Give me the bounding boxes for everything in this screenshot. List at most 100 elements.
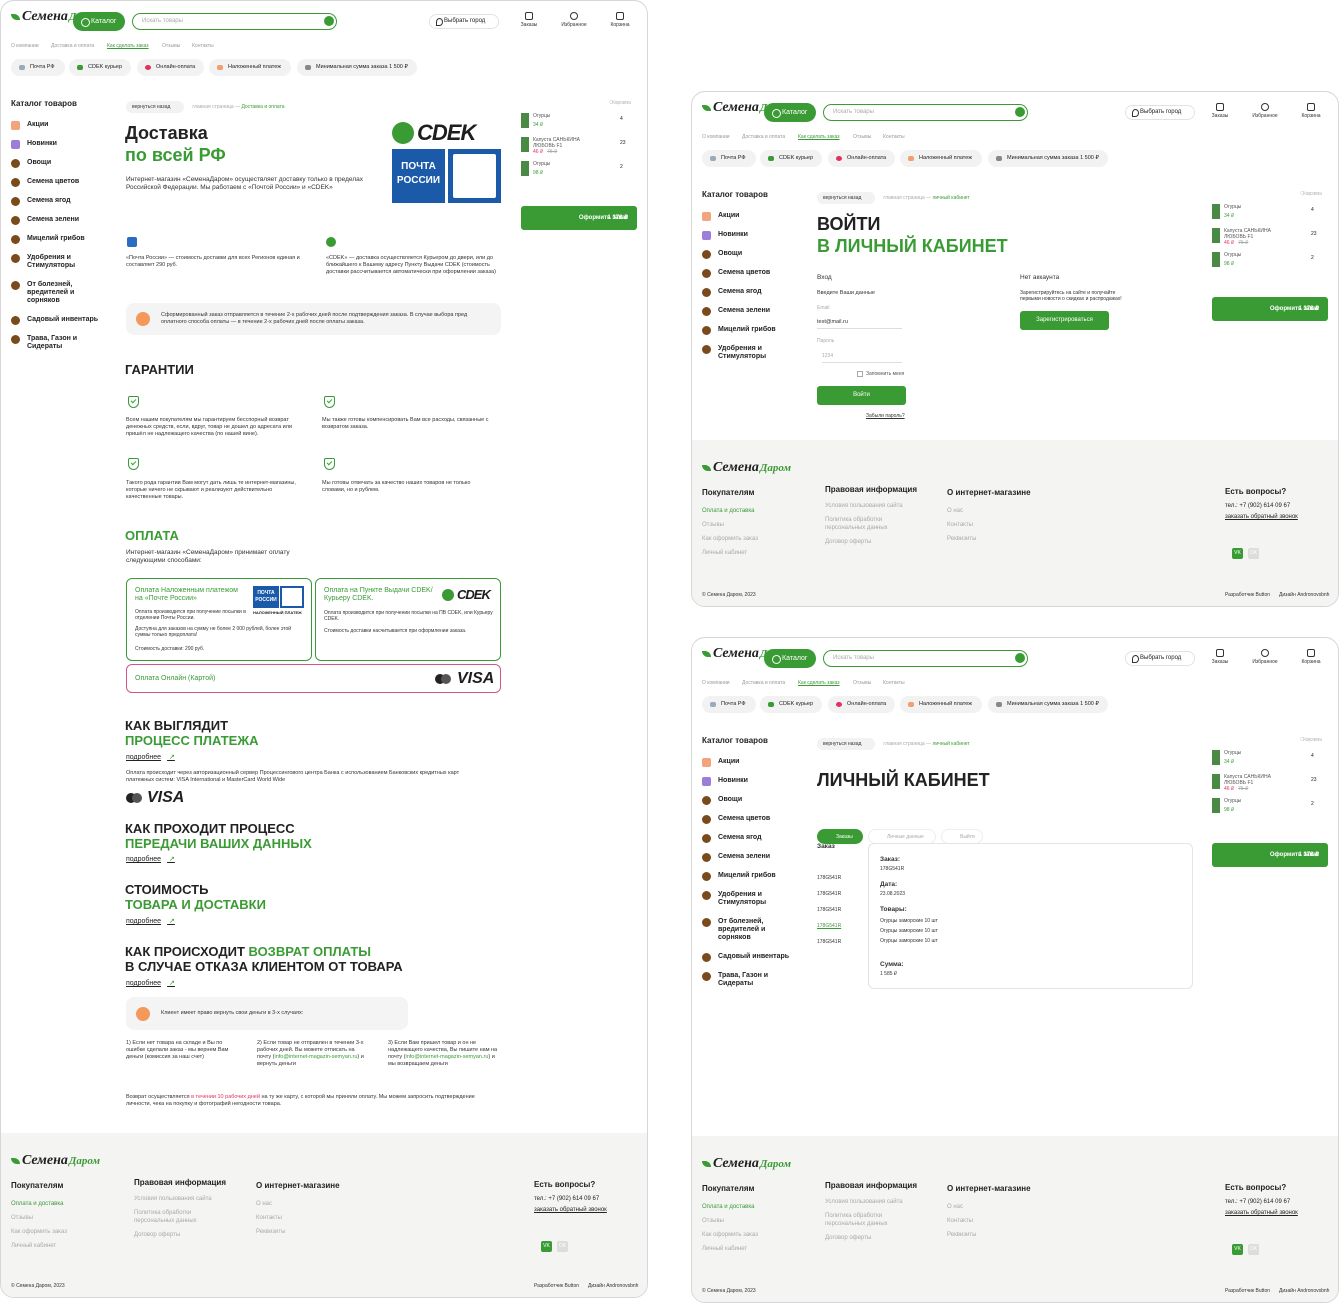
nav-delivery[interactable]: Доставка и оплата [742,680,785,686]
cart-link[interactable]: Корзина [1295,649,1327,665]
list-item[interactable]: 178G541R [817,902,841,918]
sidebar-item-sales[interactable]: Акции [702,212,792,221]
more-link[interactable]: подробнее [126,917,175,925]
sidebar-item-sales[interactable]: Акции [702,758,792,767]
sidebar-item-tools[interactable]: Садовый инвентарь [11,316,101,325]
pill-online[interactable]: Онлайн-оплата [828,150,895,167]
design-credit[interactable]: Дизайн Andronovsbnh [588,1283,638,1289]
footer-link[interactable]: Договор оферты [825,1234,935,1242]
footer-link[interactable]: Договор оферты [134,1231,244,1239]
list-item[interactable]: 178G541R [817,918,841,934]
more-link[interactable]: подробнее [126,753,175,761]
search-input[interactable]: Искать товары [823,650,1028,667]
cart-item[interactable]: Капуста САНЬКИНА ЛЮБОВЬ F1 46 ₽75 ₽23 [1212,226,1322,250]
sidebar-item-flowers[interactable]: Семена цветов [11,178,101,187]
nav-about[interactable]: О компании [11,43,39,49]
more-link[interactable]: подробнее [126,855,175,863]
cart-item[interactable]: Огурцы 98 ₽2 [521,159,631,183]
cart-item[interactable]: Огурцы 34 ₽4 [521,111,631,135]
back-button[interactable]: вернуться назад [126,101,185,113]
search-input[interactable]: Искать товары [823,104,1028,121]
forgot-password-link[interactable]: Забыли пароль? [866,413,905,419]
city-select[interactable]: Выбрать город [1125,105,1195,120]
catalog-button[interactable]: Каталог [73,12,125,31]
sidebar-item-flowers[interactable]: Семена цветов [702,815,792,824]
pill-min-sum[interactable]: Минимальная сумма заказа 1 500 ₽ [988,150,1108,167]
design-credit[interactable]: Дизайн Andronovsbnh [1279,592,1329,598]
footer-link[interactable]: Условия пользования сайта [825,502,935,510]
register-button[interactable]: Зарегистрироваться [1020,311,1109,330]
developer-credit[interactable]: Разработчик Button [1225,592,1270,598]
nav-reviews[interactable]: Отзывы [853,134,871,140]
sidebar-item-tools[interactable]: Садовый инвентарь [702,953,792,962]
back-button[interactable]: вернуться назад [817,738,876,750]
nav-delivery[interactable]: Доставка и оплата [51,43,94,49]
footer-link[interactable]: Реквизиты [947,532,1057,546]
sidebar-item-pests[interactable]: От болезней, вредителей и сорняков [11,281,101,305]
more-link[interactable]: подробнее [126,979,175,987]
sidebar-item-grass[interactable]: Трава, Газон и Сидераты [702,972,792,988]
favorites-link[interactable]: Избранное [1249,649,1281,665]
ok-icon[interactable]: OK [1248,548,1259,559]
sidebar-item-sales[interactable]: Акции [11,121,101,130]
favorites-link[interactable]: Избранное [558,12,590,28]
search-icon[interactable] [1015,653,1025,663]
search-icon[interactable] [1015,107,1025,117]
cart-item[interactable]: Огурцы 34 ₽4 [1212,748,1322,772]
sidebar-item-fertilizers[interactable]: Удобрения и Стимуляторы [702,345,792,361]
sidebar-item-fertilizers[interactable]: Удобрения и Стимуляторы [11,254,101,270]
footer-link[interactable]: О нас [947,504,1057,518]
password-field[interactable]: 1234 [822,353,902,363]
orders-link[interactable]: Заказы [513,12,545,28]
cart-item[interactable]: Огурцы 98 ₽2 [1212,250,1322,274]
pill-min-sum[interactable]: Минимальная сумма заказа 1 500 ₽ [988,696,1108,713]
pill-cdek[interactable]: CDEK курьер [760,150,822,167]
pill-online[interactable]: Онлайн-оплата [828,696,895,713]
footer-logo[interactable]: СеменаДаром [11,1153,100,1169]
pill-pochta[interactable]: Почта РФ [702,150,756,167]
footer-link[interactable]: Как оформить заказ [702,532,812,546]
sidebar-item-new[interactable]: Новинки [702,231,792,240]
sidebar-item-new[interactable]: Новинки [11,140,101,149]
cart-clear[interactable]: Очистить [1300,737,1322,743]
search-icon[interactable] [324,16,334,26]
pill-pochta[interactable]: Почта РФ [702,696,756,713]
footer-link[interactable]: Как оформить заказ [702,1228,812,1242]
tab-logout[interactable]: Выйти [941,829,983,844]
footer-link[interactable]: Личный кабинет [11,1239,121,1253]
sidebar-item-mycelium[interactable]: Мицелий грибов [11,235,101,244]
footer-logo[interactable]: СеменаДаром [702,460,791,476]
sidebar-item-vegetables[interactable]: Овощи [702,796,792,805]
checkout-button[interactable]: Оформить заказ 1 378 ₽ [521,206,637,230]
checkout-button[interactable]: Оформить заказ 1 378 ₽ [1212,843,1328,867]
footer-link[interactable]: Политика обработки персональных данных [825,516,905,532]
sidebar-item-flowers[interactable]: Семена цветов [702,269,792,278]
favorites-link[interactable]: Избранное [1249,103,1281,119]
footer-link[interactable]: Отзывы [11,1211,121,1225]
sidebar-item-greens[interactable]: Семена зелени [702,307,792,316]
list-item[interactable]: 178G541R [817,934,841,950]
developer-credit[interactable]: Разработчик Button [534,1283,579,1289]
footer-link[interactable]: Политика обработки персональных данных [825,1212,905,1228]
footer-link[interactable]: Условия пользования сайта [825,1198,935,1206]
footer-link[interactable]: Реквизиты [256,1225,366,1239]
sidebar-item-mycelium[interactable]: Мицелий грибов [702,326,792,335]
remember-checkbox[interactable] [857,371,863,377]
orders-link[interactable]: Заказы [1204,649,1236,665]
pay-card-cdek[interactable]: Оплата на Пункте Выдачи CDEK/Курьеру CDE… [315,578,501,661]
email-link[interactable]: info@internet-magazin-semyan.ru [405,1054,488,1060]
tab-orders[interactable]: Заказы [817,829,863,844]
sidebar-item-greens[interactable]: Семена зелени [702,853,792,862]
list-item[interactable]: 178G541R [817,886,841,902]
orders-link[interactable]: Заказы [1204,103,1236,119]
nav-contacts[interactable]: Контакты [192,43,214,49]
footer-link[interactable]: Условия пользования сайта [134,1195,244,1203]
cart-link[interactable]: Корзина [1295,103,1327,119]
design-credit[interactable]: Дизайн Andronovsbnh [1279,1288,1329,1294]
login-button[interactable]: Войти [817,386,906,405]
sidebar-item-new[interactable]: Новинки [702,777,792,786]
cart-item[interactable]: Огурцы 98 ₽2 [1212,796,1322,820]
footer-link[interactable]: Как оформить заказ [11,1225,121,1239]
phone-link[interactable]: тел.: +7 (902) 614 09 67 [1225,501,1335,512]
footer-link[interactable]: Реквизиты [947,1228,1057,1242]
